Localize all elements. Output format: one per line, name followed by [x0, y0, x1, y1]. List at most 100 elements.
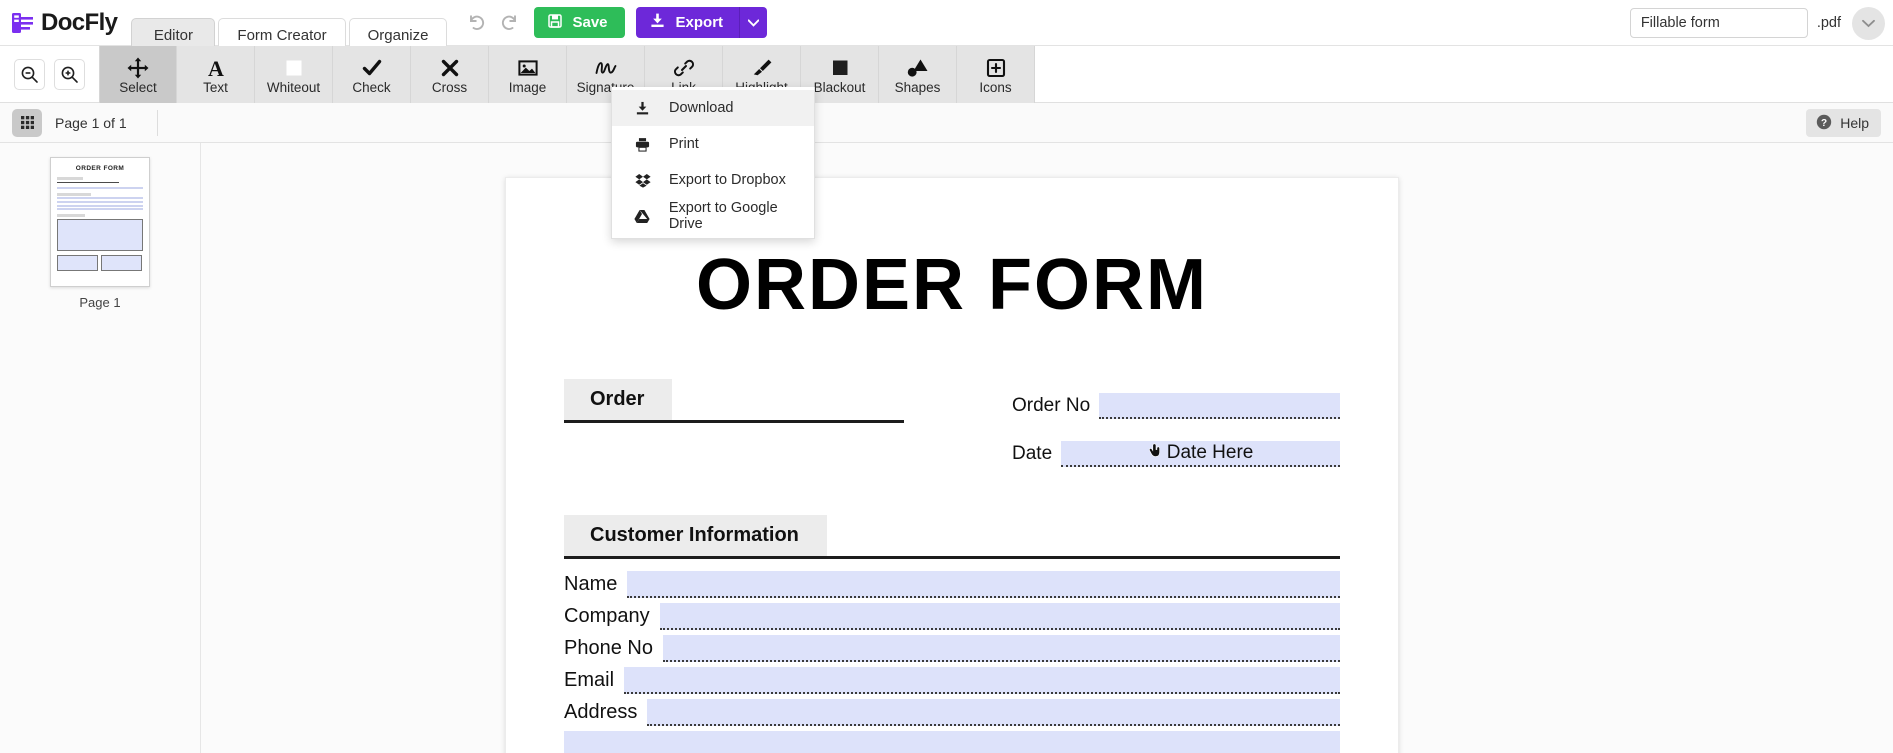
customer-fields: Name Company Phone No Email Address: [564, 559, 1340, 753]
highlighter-pen-icon: [750, 55, 774, 79]
tab-form-creator-label: Form Creator: [237, 26, 327, 44]
tool-check-label: Check: [352, 79, 391, 95]
email-label: Email: [564, 669, 615, 691]
zoom-out-icon[interactable]: [14, 58, 45, 90]
customer-row-name: Name: [564, 571, 1340, 598]
customer-row-address-2: [564, 731, 1340, 753]
customer-row-company: Company: [564, 603, 1340, 630]
page-bar: Page 1 of 1 ? Help: [0, 103, 1893, 143]
filename-input[interactable]: [1629, 8, 1808, 38]
thumbnail-caption: Page 1: [79, 295, 121, 310]
export-button-group: Export: [635, 7, 768, 38]
tool-whiteout[interactable]: Whiteout: [255, 46, 333, 103]
export-menu-item-google-drive[interactable]: Export to Google Drive: [612, 198, 814, 234]
blackout-square-icon: [829, 55, 851, 79]
question-circle-icon: ?: [1816, 114, 1832, 133]
hand-pointer-icon: [1148, 442, 1165, 465]
tool-whiteout-label: Whiteout: [266, 79, 321, 95]
order-fields: Order No Date Date Here: [904, 379, 1340, 475]
redo-icon[interactable]: [498, 12, 520, 34]
help-button-label: Help: [1840, 115, 1869, 131]
grid-thumbnails-icon[interactable]: [12, 108, 42, 137]
brand-name: DocFly: [41, 8, 118, 36]
phone-no-field[interactable]: [662, 635, 1340, 662]
section-tag-customer-information: Customer Information: [564, 515, 827, 556]
export-button[interactable]: Export: [635, 7, 740, 38]
help-button[interactable]: ? Help: [1806, 109, 1881, 137]
tab-organize-label: Organize: [367, 26, 429, 44]
thumbnail-title: ORDER FORM: [75, 165, 125, 172]
customer-row-email: Email: [564, 667, 1340, 694]
company-label: Company: [564, 605, 650, 627]
user-avatar-icon[interactable]: [1852, 6, 1885, 40]
name-label: Name: [564, 573, 618, 595]
export-menu-item-download[interactable]: Download: [612, 90, 814, 126]
tool-shapes[interactable]: Shapes: [879, 46, 957, 103]
workspace: ORDER FORM Page 1 ORDER FORM Order Order…: [0, 143, 1893, 753]
tool-cross-label: Cross: [431, 79, 468, 95]
export-menu-item-print[interactable]: Print: [612, 126, 814, 162]
download-tray-icon: [649, 12, 666, 33]
page-thumbnail-sidebar: ORDER FORM Page 1: [0, 143, 201, 753]
tool-icons[interactable]: Icons: [957, 46, 1035, 103]
export-dropdown-menu: Download Print Export to Dropbox Export …: [611, 87, 815, 239]
main-tabs: Editor Form Creator Organize: [131, 0, 450, 52]
export-menu-item-dropbox[interactable]: Export to Dropbox: [612, 162, 814, 198]
tool-select-label: Select: [119, 79, 157, 95]
order-no-row: Order No: [1012, 393, 1340, 419]
customer-section: Customer Information Name Company Phone …: [564, 515, 1340, 753]
plus-box-icon: [985, 55, 1007, 79]
tool-buttons: Select A Text Whiteout Check Cross Image…: [99, 46, 1035, 103]
section-tag-order: Order: [564, 379, 673, 420]
document-canvas[interactable]: ORDER FORM Order Order No Date Date Here…: [201, 143, 1893, 753]
top-bar: DocFly Editor Form Creator Organize Save…: [0, 0, 1893, 52]
order-tag-column: Order: [564, 379, 904, 475]
chevron-down-icon: [747, 15, 760, 30]
page-bar-divider: [156, 109, 158, 136]
tool-select[interactable]: Select: [99, 46, 177, 103]
export-dropdown-toggle[interactable]: [739, 7, 768, 38]
phone-no-label: Phone No: [564, 637, 653, 659]
email-field[interactable]: [624, 667, 1340, 694]
tool-cross[interactable]: Cross: [411, 46, 489, 103]
order-section-header: Order Order No Date Date Here: [564, 379, 1340, 475]
undo-icon[interactable]: [466, 12, 488, 34]
docfly-logo-icon: [10, 10, 36, 36]
order-no-field[interactable]: [1099, 393, 1340, 419]
tab-editor-label: Editor: [153, 26, 194, 44]
zoom-controls: [0, 46, 99, 102]
signature-script-icon: [594, 55, 618, 79]
move-arrows-icon: [127, 55, 149, 79]
tool-strip: Select A Text Whiteout Check Cross Image…: [0, 46, 1893, 239]
save-button[interactable]: Save: [534, 7, 625, 38]
printer-icon: [634, 137, 651, 152]
company-field[interactable]: [659, 603, 1340, 630]
export-menu-item-download-label: Download: [669, 100, 734, 116]
address-field[interactable]: [647, 699, 1340, 726]
order-no-label: Order No: [1012, 395, 1091, 416]
tool-image-label: Image: [508, 79, 547, 95]
date-field-value: Date Here: [1166, 442, 1254, 463]
download-tray-icon: [634, 101, 651, 116]
document-title: ORDER FORM: [696, 245, 1208, 325]
page-indicator: Page 1 of 1: [55, 114, 127, 131]
tool-text[interactable]: A Text: [177, 46, 255, 103]
address-field-line-2[interactable]: [564, 731, 1340, 753]
export-menu-item-dropbox-label: Export to Dropbox: [669, 172, 786, 188]
date-field[interactable]: Date Here: [1061, 441, 1340, 467]
save-disk-icon: [547, 13, 563, 33]
tool-icons-label: Icons: [979, 79, 1012, 95]
tool-image[interactable]: Image: [489, 46, 567, 103]
tool-shapes-label: Shapes: [894, 79, 941, 95]
export-button-label: Export: [675, 14, 724, 31]
tool-check[interactable]: Check: [333, 46, 411, 103]
history-controls: [466, 12, 520, 34]
name-field[interactable]: [627, 571, 1340, 598]
checkmark-icon: [361, 55, 383, 79]
date-row: Date Date Here: [1012, 441, 1340, 467]
whiteout-square-icon: [283, 55, 305, 79]
page-thumbnail-1[interactable]: ORDER FORM: [50, 157, 150, 287]
customer-row-phone: Phone No: [564, 635, 1340, 662]
document-page[interactable]: ORDER FORM Order Order No Date Date Here…: [505, 177, 1399, 753]
zoom-in-icon[interactable]: [54, 58, 85, 90]
